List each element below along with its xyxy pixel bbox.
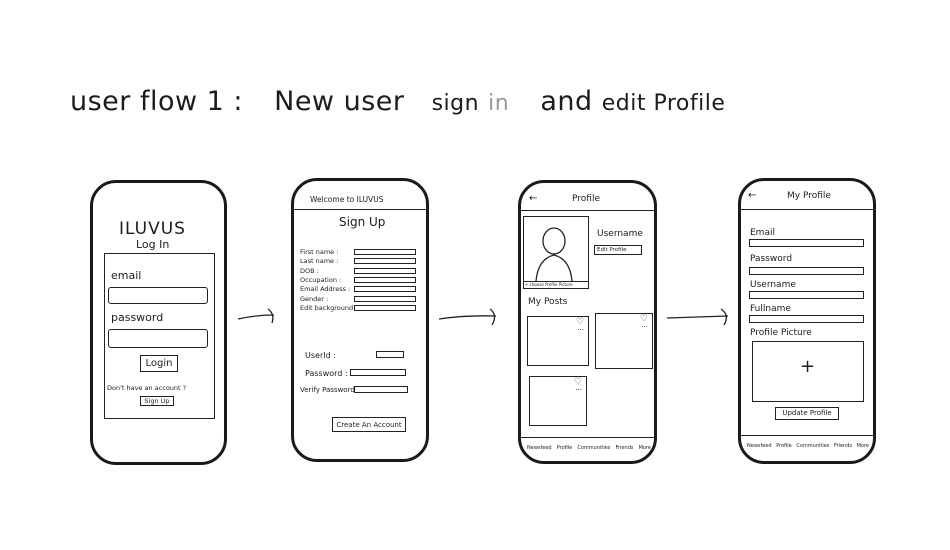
create-account-button[interactable]: Create An Account (332, 417, 406, 432)
signup-field-input[interactable] (354, 258, 416, 265)
edit-profile-button[interactable]: Edit Profile (594, 245, 642, 255)
nav-item-friends[interactable]: Friends (834, 443, 852, 449)
fullname-label: Fullname (750, 304, 791, 314)
flow-arrow-icon (666, 308, 729, 326)
no-account-text: Don't have an account ? (107, 384, 187, 392)
profile-picture-label: Profile Picture (750, 328, 812, 338)
plus-icon: + (800, 356, 816, 377)
flow-arrow-icon (438, 308, 497, 326)
signup-field-label: Edit background : (300, 303, 358, 312)
login-heading: Log In (136, 238, 170, 251)
title-part-4: in (488, 91, 510, 116)
signup-field-label: DOB : (300, 266, 319, 275)
signup-field-input[interactable] (354, 249, 416, 255)
bottom-nav: Newsfeed Profile Communities Friends More (527, 445, 651, 451)
profile-picture-box: + choose Profile Picture (523, 216, 589, 289)
title-part-3: sign (431, 91, 480, 116)
password-field[interactable] (108, 329, 208, 348)
header-divider (741, 209, 873, 210)
login-phone: ILUVUS Log In email password Login Don't… (90, 180, 227, 465)
profile-phone: ← Profile + choose Profile Picture Usern… (518, 180, 657, 464)
nav-item-communities[interactable]: Communities (796, 443, 829, 449)
update-profile-button[interactable]: Update Profile (775, 407, 839, 420)
username-text: Username (597, 229, 643, 239)
nav-item-newsfeed[interactable]: Newsfeed (527, 445, 552, 451)
app-name: ILUVUS (119, 219, 186, 239)
signup-field-label: Gender : (300, 294, 329, 303)
nav-item-profile[interactable]: Profile (557, 445, 573, 451)
nav-divider (521, 437, 654, 438)
bottom-nav: Newsfeed Profile Communities Friends More (747, 443, 869, 449)
welcome-text: Welcome to ILUVUS (310, 195, 384, 204)
login-button[interactable]: Login (140, 355, 178, 372)
nav-item-friends[interactable]: Friends (616, 445, 634, 451)
header-divider (294, 209, 426, 210)
verify-password-field[interactable] (354, 386, 408, 393)
flow-arrow-icon (237, 308, 275, 324)
password-field[interactable] (749, 267, 864, 275)
password-label: Password : (305, 369, 348, 378)
userid-field[interactable] (376, 351, 404, 358)
post-card[interactable]: ♡... (529, 376, 587, 426)
username-label: Username (750, 280, 796, 290)
title-part-6: edit Profile (601, 91, 726, 116)
more-dots-icon[interactable]: ... (575, 384, 582, 392)
signup-field-input[interactable] (354, 295, 416, 302)
title-part-5: and (540, 86, 593, 117)
nav-item-communities[interactable]: Communities (577, 445, 610, 451)
nav-item-profile[interactable]: Profile (776, 443, 792, 449)
more-dots-icon[interactable]: ... (641, 321, 648, 329)
choose-picture-link[interactable]: + choose Profile Picture (525, 282, 573, 287)
signup-field-label: Occupation : (300, 275, 342, 284)
profile-title: Profile (572, 194, 600, 204)
login-card: email password Login Don't have an accou… (104, 253, 215, 419)
edit-profile-phone: ← My Profile Email Password Username Ful… (738, 178, 876, 464)
post-card[interactable]: ♡... (527, 316, 589, 366)
email-field[interactable] (108, 287, 208, 304)
username-field[interactable] (749, 291, 864, 299)
email-field[interactable] (749, 239, 864, 247)
signup-field-input[interactable] (354, 267, 416, 274)
my-posts-heading: My Posts (528, 297, 568, 307)
nav-item-more[interactable]: More (857, 443, 869, 449)
signup-link-button[interactable]: Sign Up (140, 396, 174, 406)
person-icon (535, 227, 573, 281)
fullname-field[interactable] (749, 315, 864, 323)
signup-field-input[interactable] (354, 286, 416, 293)
profile-picture-upload[interactable]: + (752, 341, 864, 402)
my-profile-title: My Profile (787, 191, 831, 201)
title-part-1: user flow 1 : (70, 86, 244, 117)
post-card[interactable]: ♡... (595, 313, 653, 369)
signup-field-label: Email Address : (300, 285, 351, 294)
password-label: password (111, 311, 164, 324)
more-dots-icon[interactable]: ... (577, 324, 584, 332)
nav-item-newsfeed[interactable]: Newsfeed (747, 443, 772, 449)
signup-phone: Welcome to ILUVUS Sign Up UserId : Passw… (291, 178, 429, 462)
back-arrow-icon[interactable]: ← (748, 190, 756, 201)
password-label: Password (750, 254, 793, 264)
signup-field-input[interactable] (354, 304, 416, 311)
password-field[interactable] (350, 369, 406, 376)
nav-item-more[interactable]: More (639, 445, 651, 451)
signup-field-label: First name : (300, 248, 339, 256)
signup-field-input[interactable] (354, 276, 416, 283)
nav-divider (741, 435, 873, 436)
email-label: Email (750, 228, 775, 238)
back-arrow-icon[interactable]: ← (529, 193, 537, 204)
header-divider (521, 210, 654, 211)
signup-heading: Sign Up (339, 215, 386, 229)
userid-label: UserId : (305, 351, 336, 360)
signup-field-label: Last name : (300, 257, 339, 266)
verify-password-label: Verify Password : (300, 386, 360, 394)
email-label: email (111, 269, 142, 282)
flow-title: user flow 1 : New user sign in and edit … (70, 86, 725, 117)
title-part-2: New user (274, 86, 405, 117)
